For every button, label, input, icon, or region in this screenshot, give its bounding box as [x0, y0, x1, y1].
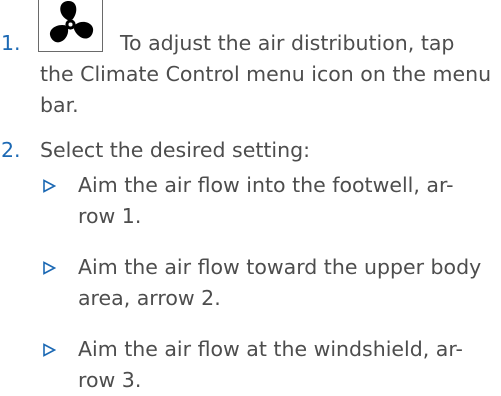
triangle-bullet-icon — [43, 261, 56, 275]
list-item-text: Aim the air flow into the footwell, ar- … — [78, 170, 498, 232]
list-item-text: Aim the air flow toward the upper body a… — [78, 252, 498, 314]
step-1-continuation: the Climate Control menu icon on the men… — [40, 59, 495, 121]
list-item-line: Aim the air flow at the windshield, ar- — [78, 337, 463, 361]
list-item-line: Aim the air flow into the footwell, ar- — [78, 173, 454, 197]
climate-control-menu-icon — [38, 0, 103, 52]
step-1-first-line: To adjust the air distribution, tap — [120, 31, 455, 55]
step-number: 2. — [1, 138, 21, 162]
step-number: 1. — [1, 31, 21, 55]
list-item-line: row 1. — [78, 204, 142, 228]
list-item-text: Aim the air flow at the windshield, ar- … — [78, 334, 498, 396]
list-item-line: row 3. — [78, 368, 142, 392]
list-item-line: Aim the air flow toward the upper body — [78, 255, 482, 279]
fan-icon — [49, 0, 94, 43]
manual-page: { "steps": [ { "number": "1.", "icon": "… — [0, 0, 501, 392]
step-1-line: the Climate Control menu icon on the men… — [40, 62, 492, 86]
list-item-line: area, arrow 2. — [78, 286, 221, 310]
triangle-bullet-icon — [43, 179, 56, 193]
triangle-bullet-icon — [43, 343, 56, 357]
step-1-line: bar. — [40, 93, 79, 117]
step-2-text: Select the desired setting: — [40, 138, 311, 162]
